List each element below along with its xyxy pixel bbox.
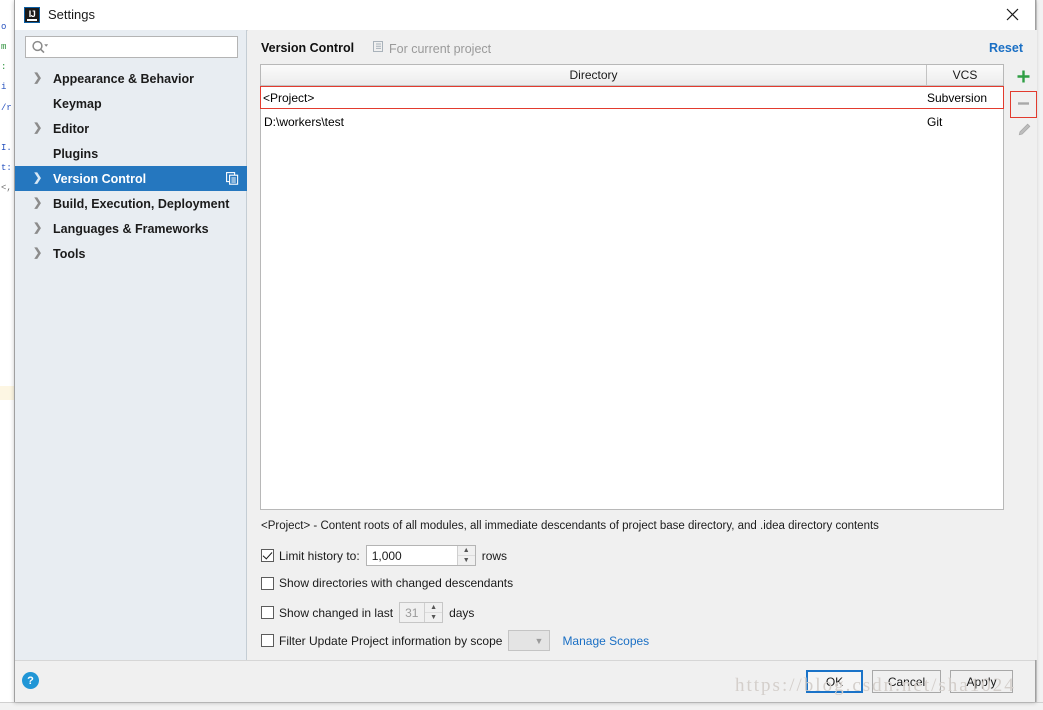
table-row[interactable]: <Project> Subversion [260,86,1004,109]
search-box[interactable] [25,36,238,58]
show-changed-label: Show changed in last [279,605,394,620]
filter-scope-checkbox[interactable] [261,634,274,647]
edit-button[interactable] [1010,118,1037,145]
sidebar-item-tools[interactable]: ❯ Tools [15,241,247,266]
table-row[interactable]: D:\workers\test Git [261,110,1003,134]
sidebar-item-languages-frameworks[interactable]: ❯ Languages & Frameworks [15,216,247,241]
option-show-changed-in-last: Show changed in last 31 ▲ ▼ days [261,602,474,623]
cell-vcs: Subversion [927,90,988,105]
option-filter-by-scope: Filter Update Project information by sco… [261,630,649,651]
code-fragment: <, [1,183,12,193]
sidebar-item-label: Appearance & Behavior [53,71,195,86]
cancel-button[interactable]: Cancel [872,670,941,693]
stepper-up-icon[interactable]: ▲ [457,546,475,556]
option-limit-history: Limit history to: 1,000 ▲ ▼ rows [261,545,507,566]
scope-note-label: For current project [389,41,492,56]
title-bar: IJ Settings [15,0,1035,31]
stepper-up-icon[interactable]: ▲ [425,603,443,613]
chevron-right-icon: ❯ [33,172,43,184]
code-fragment: o [1,22,7,32]
table-description: <Project> - Content roots of all modules… [261,520,879,532]
limit-history-checkbox[interactable] [261,549,274,562]
option-show-directories: Show directories with changed descendant… [261,576,513,590]
limit-history-stepper[interactable]: 1,000 ▲ ▼ [365,545,476,566]
code-fragment: m [1,42,7,52]
settings-sidebar: ❯ Appearance & Behavior ❯ Keymap ❯ Edito… [15,30,247,660]
help-button[interactable]: ? [22,672,39,689]
column-header-directory[interactable]: Directory [261,65,927,85]
sidebar-item-label: Editor [53,121,90,136]
main-panel: Version Control For current project Rese… [248,30,1037,660]
dialog-footer: ? OK Cancel Apply [15,660,1035,702]
stepper-arrows: ▲ ▼ [424,603,443,622]
show-directories-label: Show directories with changed descendant… [279,576,514,590]
table-header-row: Directory VCS [261,65,1003,86]
stepper-arrows: ▲ ▼ [456,546,475,565]
chevron-right-icon: ❯ [33,72,43,84]
stepper-down-icon[interactable]: ▼ [458,556,475,565]
code-fragment: /r [1,103,12,113]
settings-dialog: IJ Settings ❯ Appearance & Behavior Keym… [14,0,1037,702]
cell-directory: D:\workers\test [264,115,345,129]
sidebar-item-label: Version Control [53,171,147,186]
sidebar-item-label: Languages & Frameworks [53,221,209,236]
column-header-vcs[interactable]: VCS [927,65,1003,85]
ide-right-strip [1036,0,1043,709]
chevron-right-icon: ❯ [33,122,43,134]
vcs-directory-table: Directory VCS <Project> Subversion D:\wo… [260,64,1004,510]
project-scope-icon [373,41,384,56]
show-changed-value[interactable]: 31 [400,603,424,622]
show-changed-checkbox[interactable] [261,606,274,619]
remove-button[interactable] [1010,91,1037,118]
sidebar-item-appearance-behavior[interactable]: ❯ Appearance & Behavior [15,66,247,91]
chevron-right-icon: ❯ [33,247,43,259]
sidebar-item-editor[interactable]: ❯ Editor [15,116,247,141]
code-fragment: t: [1,163,12,173]
sidebar-item-build-execution-deployment[interactable]: ❯ Build, Execution, Deployment [15,191,247,216]
manage-scopes-link[interactable]: Manage Scopes [562,634,649,648]
sidebar-item-label: Keymap [53,96,102,111]
close-icon[interactable] [990,0,1035,29]
scope-select[interactable]: ▼ [508,630,551,651]
sidebar-item-label: Build, Execution, Deployment [53,196,230,211]
chevron-down-icon: ▼ [534,635,544,646]
add-button[interactable] [1010,64,1037,91]
chevron-right-icon: ❯ [33,197,43,209]
show-changed-stepper[interactable]: 31 ▲ ▼ [399,602,444,623]
intellij-idea-icon: IJ [24,7,40,23]
apply-button[interactable]: Apply [950,670,1013,693]
sidebar-item-label: Plugins [53,146,99,161]
cell-vcs: Git [927,115,943,129]
code-fragment: I. [1,143,12,153]
sidebar-item-keymap[interactable]: ❯ Keymap [15,91,247,116]
limit-history-value[interactable]: 1,000 [367,546,457,565]
search-icon [31,40,49,58]
stepper-down-icon[interactable]: ▼ [425,613,442,622]
table-toolbar [1010,64,1037,510]
page-title: Version Control [261,41,355,55]
limit-history-label: Limit history to: [279,548,360,563]
filter-scope-label: Filter Update Project information by sco… [279,633,503,648]
project-scope-icon [226,172,239,188]
sidebar-item-label: Tools [53,246,86,261]
show-directories-checkbox[interactable] [261,576,274,590]
code-fragment: : [1,62,7,72]
ok-button[interactable]: OK [806,670,863,693]
chevron-right-icon: ❯ [33,222,43,234]
pencil-icon [1016,122,1032,141]
reset-link[interactable]: Reset [989,41,1023,55]
cell-directory: <Project> [263,90,315,105]
code-fragment: i [1,82,7,92]
window-title: Settings [48,7,95,22]
sidebar-item-version-control[interactable]: ❯ Version Control [15,166,247,191]
limit-history-suffix: rows [481,548,508,563]
plus-icon [1016,69,1031,87]
ide-editor-gutter: o m : i /r I. t: <, [0,0,15,709]
editor-highlighted-line [0,386,14,400]
show-changed-suffix: days [449,605,475,620]
minus-icon [1016,96,1031,114]
search-input[interactable] [54,39,234,55]
sidebar-item-plugins[interactable]: ❯ Plugins [15,141,247,166]
scope-note: For current project [373,41,491,56]
